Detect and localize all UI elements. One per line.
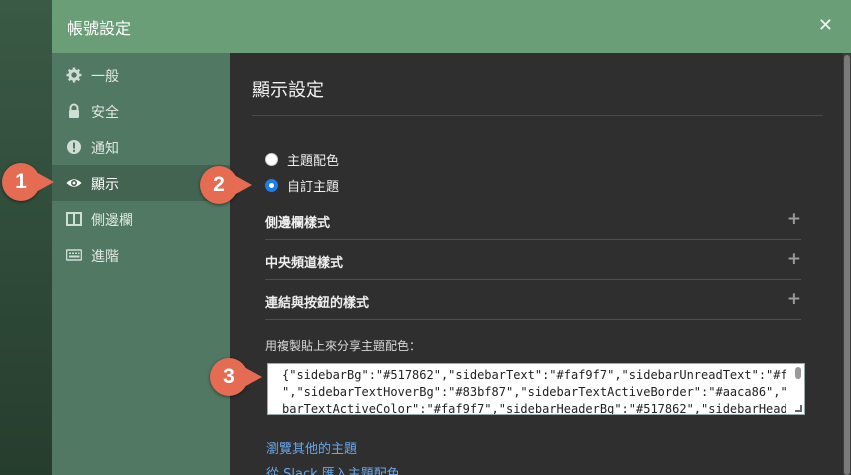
sidebar-item-notifications[interactable]: 通知 [52, 129, 230, 165]
radio-button[interactable] [265, 153, 278, 166]
section-sidebar-styles[interactable]: 側邊欄樣式 + [265, 200, 801, 240]
resize-grip-icon[interactable] [795, 405, 802, 412]
sidebar-item-label: 進階 [91, 249, 119, 265]
textarea-scrollbar[interactable] [795, 367, 801, 379]
alert-icon [67, 140, 81, 154]
browse-themes-link[interactable]: 瀏覽其他的主題 [266, 438, 357, 457]
page-title: 顯示設定 [252, 80, 324, 101]
settings-sidebar: 一般 安全 通知 顯示 側邊欄 進階 [52, 53, 230, 475]
gear-icon [66, 67, 82, 83]
sidebar-item-sidebar[interactable]: 側邊欄 [52, 201, 230, 237]
expand-plus-icon[interactable]: + [787, 289, 801, 309]
sidebar-item-label: 一般 [91, 69, 119, 85]
panel-scrollbar[interactable] [843, 53, 851, 475]
callout-arrow [244, 367, 262, 387]
section-label: 中央頻道樣式 [265, 256, 344, 271]
radio-label: 主題配色 [287, 154, 340, 169]
callout-badge: 1 [2, 163, 40, 201]
callout-arrow [36, 172, 54, 192]
theme-text-line: barTextActiveColor":"#faf9f7","sidebarHe… [282, 402, 786, 415]
theme-json-textarea[interactable]: {"sidebarBg":"#517862","sidebarText":"#f… [267, 363, 805, 415]
sidebar-item-label: 顯示 [91, 177, 119, 193]
callout-badge: 3 [210, 358, 248, 396]
theme-text-line: {"sidebarBg":"#517862","sidebarText":"#f… [282, 368, 786, 382]
sidebar-item-advanced[interactable]: 進階 [52, 237, 230, 273]
modal-title: 帳號設定 [67, 19, 132, 38]
eye-icon [66, 179, 82, 187]
close-icon[interactable]: ✕ [818, 15, 833, 36]
callout-badge: 2 [200, 166, 238, 204]
section-link-button-styles[interactable]: 連結與按鈕的樣式 + [265, 280, 801, 320]
display-settings-panel: 顯示設定 主題配色 自訂主題 側邊欄樣式 + 中央頻道樣式 + 連結與按鈕的樣式… [230, 53, 851, 475]
section-center-channel-styles[interactable]: 中央頻道樣式 + [265, 240, 801, 280]
sidebar-panel-icon [66, 212, 82, 226]
sidebar-item-label: 通知 [91, 141, 119, 157]
account-settings-modal: 帳號設定 ✕ 一般 安全 通知 顯示 側邊欄 進階 顯示設定 主題配色 自訂主題… [52, 0, 851, 475]
theme-text-line: ","sidebarTextHoverBg":"#83bf87","sideba… [282, 385, 786, 399]
lock-icon [69, 103, 79, 118]
sidebar-item-label: 側邊欄 [91, 213, 133, 229]
expand-plus-icon[interactable]: + [787, 209, 801, 229]
sidebar-item-general[interactable]: 一般 [52, 57, 230, 93]
sidebar-item-security[interactable]: 安全 [52, 93, 230, 129]
section-label: 連結與按鈕的樣式 [265, 296, 370, 311]
scrollbar-thumb[interactable] [844, 55, 850, 475]
import-slack-theme-link[interactable]: 從 Slack 匯入主題配色 [266, 463, 400, 475]
app-backdrop [0, 0, 52, 475]
section-label: 側邊欄樣式 [265, 216, 331, 231]
copy-paste-label: 用複製貼上來分享主題配色： [265, 339, 422, 353]
keyboard-icon [66, 249, 82, 261]
radio-button-checked[interactable] [265, 179, 278, 192]
expand-plus-icon[interactable]: + [787, 249, 801, 269]
title-divider [252, 115, 823, 116]
callout-arrow [234, 175, 252, 195]
sidebar-item-label: 安全 [91, 105, 119, 121]
radio-label: 自訂主題 [287, 180, 340, 195]
modal-header: 帳號設定 ✕ [52, 0, 851, 53]
